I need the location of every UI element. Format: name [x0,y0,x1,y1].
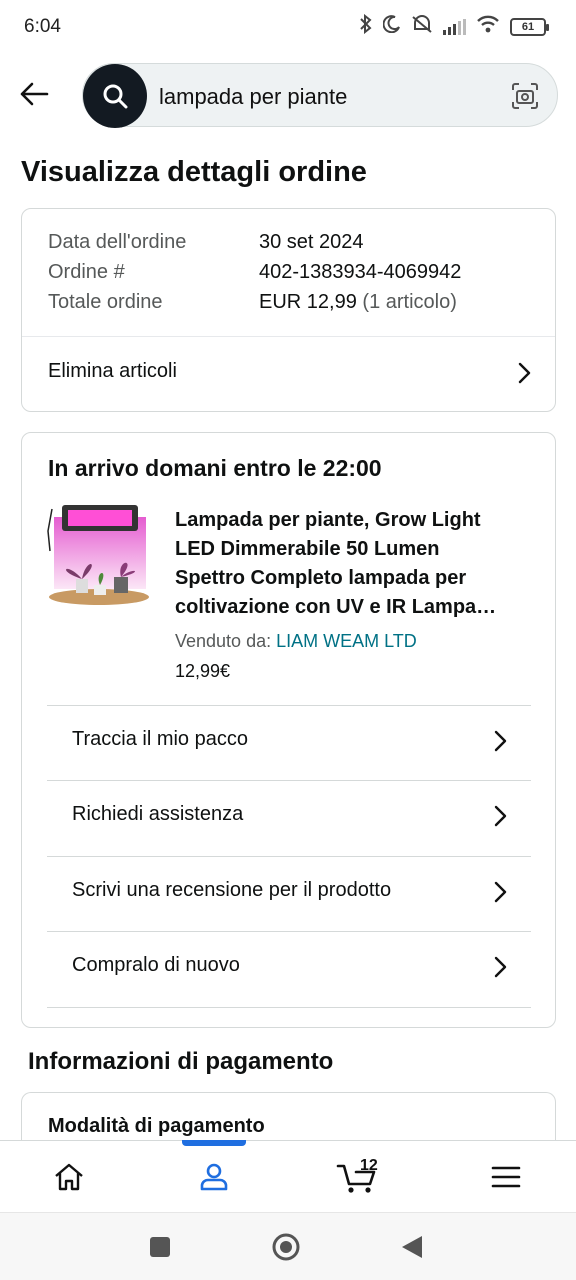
system-nav-bar [0,1212,576,1280]
order-date-label: Data dell'ordine [48,231,187,253]
order-date-value: 30 set 2024 [259,231,364,253]
chevron-right-icon [494,881,507,903]
product-title-line: Spettro Completo lampada per [175,567,467,589]
search-button[interactable] [83,64,147,128]
cart-count-badge: 12 [360,1157,378,1174]
chevron-right-icon [494,805,507,827]
write-review-label: Scrivi una recensione per il prodotto [72,879,392,901]
order-number-label: Ordine # [48,261,125,283]
circle-icon [272,1233,300,1261]
nav-home[interactable] [29,1141,109,1213]
remove-items-label: Elimina articoli [48,360,177,382]
product-title-line: LED Dimmerabile 50 Lumen [175,538,440,560]
wifi-icon [476,15,500,38]
track-package-label: Traccia il mio pacco [72,728,248,750]
seller-prefix: Venduto da: [175,631,272,651]
arrow-left-icon [20,82,49,106]
recents-button[interactable] [144,1231,176,1263]
square-icon [150,1237,170,1257]
search-bar[interactable]: lampada per piante [82,63,558,128]
menu-icon [491,1166,521,1188]
nav-account[interactable] [174,1141,254,1213]
delivery-heading: In arrivo domani entro le 22:00 [48,455,382,481]
battery-icon: 61 [510,17,549,36]
buy-again-label: Compralo di nuovo [72,954,240,976]
signal-icon [443,18,466,35]
status-icons: 61 [359,13,549,39]
remove-items-row[interactable]: Elimina articoli [22,337,555,412]
muted-vibrate-icon [411,15,433,38]
request-help-label: Richiedi assistenza [72,803,244,825]
seller-info: Venduto da: LIAM WEAM LTD [175,631,417,652]
back-nav-button[interactable] [396,1231,428,1263]
chevron-right-icon [494,730,507,752]
account-icon [200,1163,228,1191]
divider [47,1007,531,1008]
buy-again-row[interactable]: Compralo di nuovo [47,931,531,1007]
payment-method-label: Modalità di pagamento [48,1115,265,1137]
delivery-card: In arrivo domani entro le 22:00 Lampada … [21,432,556,1028]
order-total-value: EUR 12,99 (1 articolo) [259,291,457,314]
bluetooth-icon [359,13,373,39]
search-input[interactable]: lampada per piante [159,84,347,110]
chevron-right-icon [518,362,531,384]
back-button[interactable] [14,74,54,114]
home-icon [55,1163,83,1191]
product-image[interactable] [46,501,152,609]
nav-cart[interactable]: 12 [318,1141,398,1213]
search-header: lampada per piante [0,56,576,134]
triangle-back-icon [402,1236,422,1258]
order-summary-card: Data dell'ordine 30 set 2024 Ordine # 40… [21,208,556,412]
order-total-label: Totale ordine [48,291,163,313]
product-price: 12,99€ [175,661,231,681]
order-total-amount: EUR 12,99 [259,291,357,313]
status-time: 6:04 [24,16,61,37]
product-title-line: Lampada per piante, Grow Light [175,509,481,531]
product-title-line: coltivazione con UV e IR Lampa… [175,596,497,618]
search-icon [103,84,128,109]
moon-icon [382,15,401,38]
order-number-value: 402-1383934-4069942 [259,261,462,283]
bottom-nav: 12 [0,1140,576,1212]
track-package-row[interactable]: Traccia il mio pacco [47,705,531,781]
seller-link[interactable]: LIAM WEAM LTD [276,631,417,651]
request-help-row[interactable]: Richiedi assistenza [47,780,531,856]
chevron-right-icon [494,956,507,978]
camera-search-icon[interactable] [509,80,541,112]
order-item-count: (1 articolo) [362,291,457,313]
write-review-row[interactable]: Scrivi una recensione per il prodotto [47,856,531,932]
payment-section-title: Informazioni di pagamento [28,1048,334,1075]
nav-menu[interactable] [466,1141,546,1213]
page-title: Visualizza dettagli ordine [21,156,367,188]
home-button[interactable] [270,1231,302,1263]
status-bar: 6:04 61 [0,0,576,56]
product-title[interactable]: Lampada per piante, Grow Light LED Dimme… [175,506,535,622]
